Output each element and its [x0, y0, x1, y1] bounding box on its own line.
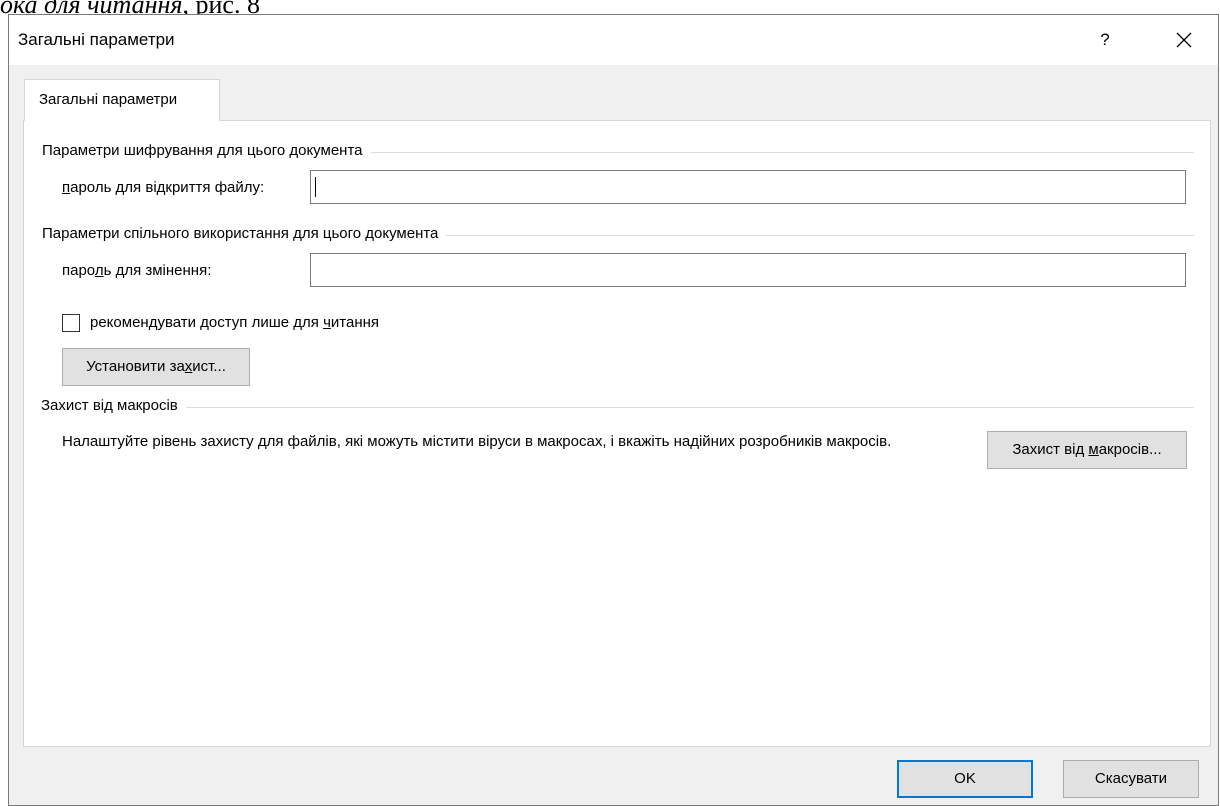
sharing-group-label: Параметри спільного використання для цьо… [42, 225, 447, 242]
macro-button-pre: Захист від [1012, 441, 1089, 458]
modify-password-input[interactable] [310, 253, 1186, 287]
readonly-label-mnemonic: ч [323, 314, 331, 331]
modify-password-label-rest: ь для змінення: [103, 262, 212, 279]
macro-description: Налаштуйте рівень захисту для файлів, як… [62, 433, 892, 450]
encryption-group-label: Параметри шифрування для цього документа [42, 142, 371, 159]
readonly-recommended-checkbox[interactable] [62, 314, 80, 332]
help-icon: ? [1100, 30, 1110, 49]
macro-button-rest: акросів... [1098, 441, 1162, 458]
text-caret [315, 177, 316, 197]
title-bar: Загальні параметри ? [9, 15, 1218, 65]
help-button[interactable]: ? [1083, 23, 1127, 57]
readonly-label-pre: рекомендувати доступ лише для [90, 314, 324, 331]
tab-general-options[interactable]: Загальні параметри [24, 79, 220, 121]
open-password-label-text: ароль для відкриття файлу: [70, 179, 265, 196]
macro-security-button[interactable]: Захист від макросів... [987, 431, 1187, 469]
group-divider [41, 407, 1194, 408]
open-password-input[interactable] [310, 170, 1186, 204]
macro-group: Захист від макросів [41, 397, 1194, 417]
modify-password-label-pre: паро [62, 262, 95, 279]
readonly-recommended-label[interactable]: рекомендувати доступ лише для читання [90, 314, 379, 331]
readonly-label-rest: итання [330, 314, 380, 331]
open-password-label: пароль для відкриття файлу: [62, 179, 264, 196]
macro-button-mnemonic: м [1088, 441, 1099, 458]
tab-panel: Параметри шифрування для цього документа… [23, 120, 1211, 747]
close-icon [1176, 32, 1192, 48]
encryption-group: Параметри шифрування для цього документа [42, 142, 1194, 162]
window-title: Загальні параметри [18, 30, 175, 49]
macro-group-label: Захист від макросів [41, 397, 186, 414]
sharing-group: Параметри спільного використання для цьо… [42, 225, 1194, 245]
protect-button-pre: Установити за [86, 358, 185, 375]
cancel-button[interactable]: Скасувати [1063, 760, 1199, 798]
modify-password-label-mnemonic: л [94, 262, 104, 279]
general-options-dialog: Загальні параметри ? Загальні параметри … [8, 14, 1219, 806]
modify-password-label: пароль для змінення: [62, 262, 211, 279]
close-button[interactable] [1159, 23, 1209, 57]
protect-document-button[interactable]: Установити захист... [62, 348, 250, 386]
protect-button-rest: ист... [192, 358, 226, 375]
ok-button[interactable]: OK [897, 760, 1033, 798]
open-password-label-mnemonic: п [62, 179, 71, 196]
